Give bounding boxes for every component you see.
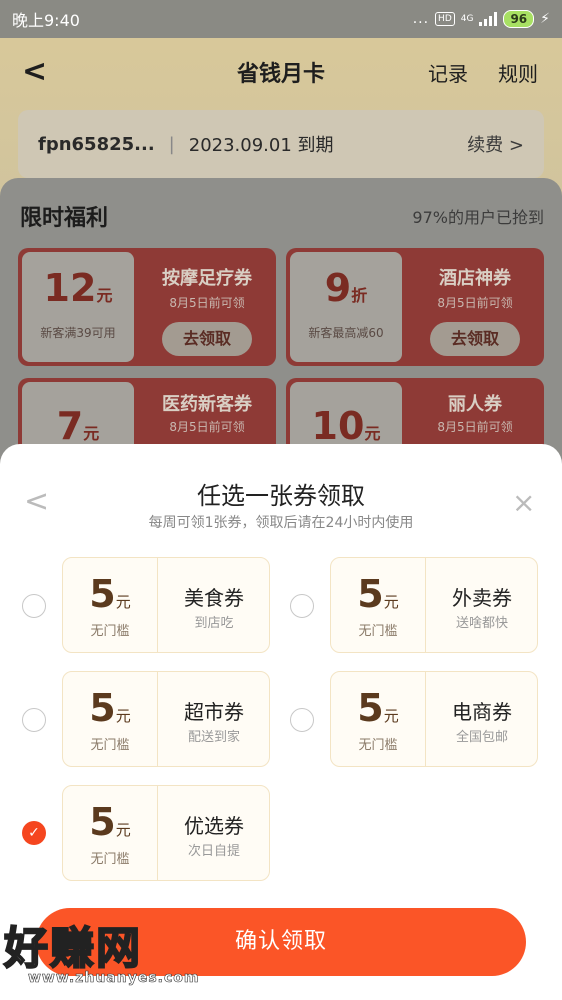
welfare-card-unit: 折 [351,286,368,305]
coupon-desc: 全国包邮 [455,730,508,745]
membership-card-bar: fpn65825... | 2023.09.01 到期 续费 > [18,110,544,178]
welfare-card-value: 12元 [22,266,134,310]
watermark-text: 好赚网 [3,922,142,975]
get-coupon-button[interactable]: 去领取 [162,322,252,356]
status-time: 晚上9:40 [12,11,80,30]
network-label: 4G [460,14,474,24]
coupon-amount: 5元 [63,800,157,844]
welfare-card-name: 丽人券 [448,394,502,415]
coupon-amount-unit: 元 [115,707,131,725]
welfare-card-deadline: 8月5日前可领 [437,296,513,310]
watermark-url: www.zhuanyes.com [28,970,200,987]
status-icons: ... HD 4G 96 ⚡ [413,10,550,28]
welfare-card-name: 医药新客券 [162,394,252,415]
expiry-date: 2023.09.01 到期 [188,135,334,156]
coupon-desc: 送啥都快 [455,616,508,631]
coupon-desc: 到店吃 [194,616,234,631]
welfare-subtitle: 97%的用户已抢到 [412,208,544,227]
limited-welfare-section: 限时福利 97%的用户已抢到 12元 新客满39可用 按摩足疗券 8月5日前可领… [0,178,562,496]
status-bar: 晚上9:40 ... HD 4G 96 ⚡ [0,0,562,38]
welfare-card-condition: 新客满39可用 [40,326,116,340]
sheet-title: 任选一张券领取 [197,482,365,510]
welfare-card-value: 7元 [22,404,134,448]
battery-icon: 96 [503,10,535,28]
coupon-threshold: 无门槛 [358,738,398,753]
welfare-title: 限时福利 [20,206,109,231]
welfare-card-deadline: 8月5日前可领 [169,296,245,310]
coupon-threshold: 无门槛 [90,738,130,753]
coupon-card-delivery[interactable]: 5元 无门槛 外卖券 送啥都快 [330,557,538,653]
welfare-card-value: 10元 [290,404,402,448]
navbar: < 省钱月卡 记录 规则 [0,38,562,102]
coupon-amount-number: 5 [89,572,116,616]
coupon-threshold: 无门槛 [90,624,130,639]
more-dots-icon: ... [412,11,430,27]
welfare-card-name: 按摩足疗券 [162,268,252,289]
coupon-radio-delivery[interactable] [290,594,314,618]
welfare-card-unit: 元 [83,424,100,443]
renew-link[interactable]: 续费 > [467,131,524,157]
signal-icon [479,12,498,26]
hd-icon: HD [435,12,455,26]
sheet-subtitle: 每周可领1张券，领取后请在24小时内使用 [148,515,414,531]
coupon-name: 超市券 [184,700,244,724]
coupon-amount-unit: 元 [383,593,399,611]
coupon-radio-select-checked[interactable]: ✓ [22,821,46,845]
watermark-logo: 好赚网 www.zhuanyes.com [0,904,200,1000]
coupon-amount-number: 5 [89,686,116,730]
coupon-name: 优选券 [184,814,244,838]
coupon-threshold: 无门槛 [90,852,130,867]
coupon-amount-number: 5 [357,686,384,730]
charging-icon: ⚡ [540,11,550,27]
coupon-desc: 配送到家 [187,730,240,745]
coupon-card-ecommerce[interactable]: 5元 无门槛 电商券 全国包邮 [330,671,538,767]
coupon-card-food[interactable]: 5元 无门槛 美食券 到店吃 [62,557,270,653]
welfare-card-deadline: 8月5日前可领 [437,420,513,434]
welfare-card[interactable]: 12元 新客满39可用 按摩足疗券 8月5日前可领 去领取 [18,248,276,366]
coupon-name: 外卖券 [452,586,512,610]
welfare-card-number: 7 [56,404,84,448]
coupon-amount-number: 5 [89,800,116,844]
welfare-card-deadline: 8月5日前可领 [169,420,245,434]
welfare-card-number: 12 [43,266,97,310]
coupon-radio-food[interactable] [22,594,46,618]
page-title: 省钱月卡 [236,62,325,87]
coupon-amount: 5元 [63,572,157,616]
get-coupon-button[interactable]: 去领取 [430,322,520,356]
record-link[interactable]: 记录 [428,58,468,87]
coupon-threshold: 无门槛 [358,624,398,639]
coupon-name: 美食券 [184,586,244,610]
divider: | [168,133,175,155]
rules-link[interactable]: 规则 [498,58,538,87]
coupon-radio-supermarket[interactable] [22,708,46,732]
welfare-card-number: 9 [324,266,352,310]
welfare-card[interactable]: 9折 新客最高减60 酒店神券 8月5日前可领 去领取 [286,248,544,366]
welfare-card-unit: 元 [96,286,113,305]
coupon-desc: 次日自提 [187,844,240,859]
coupon-amount: 5元 [331,686,425,730]
coupon-amount-unit: 元 [115,821,131,839]
coupon-radio-ecommerce[interactable] [290,708,314,732]
welfare-card-number: 10 [311,404,365,448]
welfare-card-value: 9折 [290,266,402,310]
welfare-card-condition: 新客最高减60 [308,326,384,340]
coupon-card-supermarket[interactable]: 5元 无门槛 超市券 配送到家 [62,671,270,767]
account-id: fpn65825... [38,133,155,155]
welfare-card-unit: 元 [364,424,381,443]
coupon-amount: 5元 [63,686,157,730]
coupon-amount-number: 5 [357,572,384,616]
welfare-card-name: 酒店神券 [439,268,511,289]
coupon-card-select[interactable]: 5元 无门槛 优选券 次日自提 [62,785,270,881]
coupon-amount: 5元 [331,572,425,616]
coupon-amount-unit: 元 [115,593,131,611]
coupon-name: 电商券 [452,700,512,724]
coupon-amount-unit: 元 [383,707,399,725]
